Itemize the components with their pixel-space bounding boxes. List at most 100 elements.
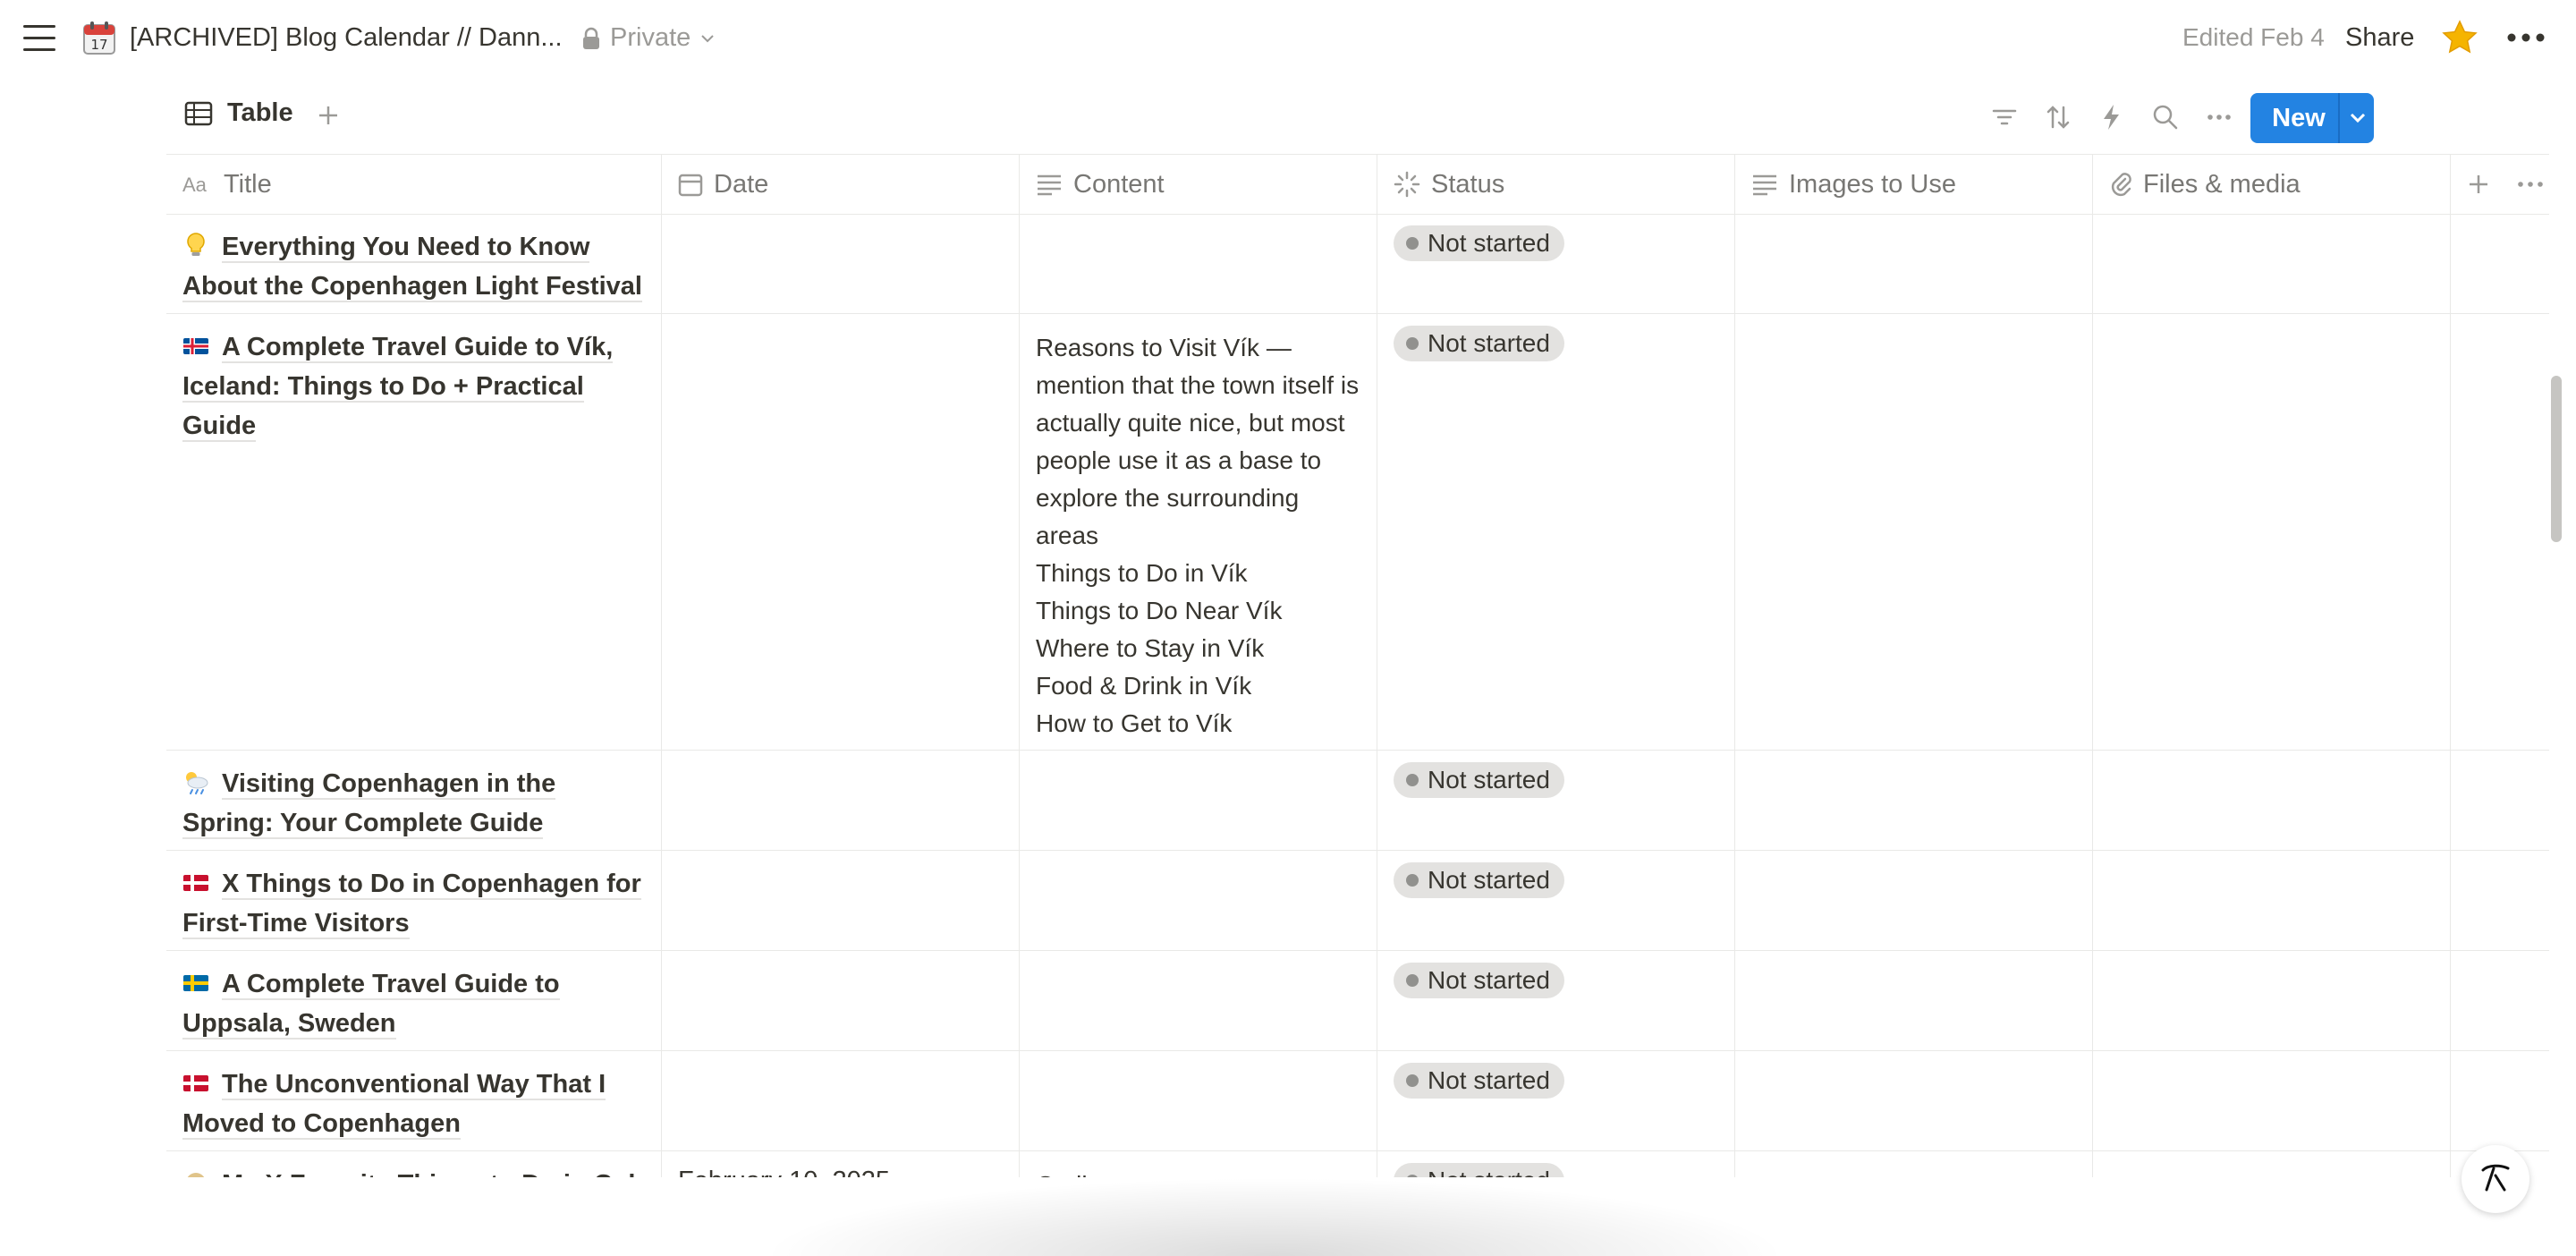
status-dot bbox=[1406, 337, 1419, 350]
page-title[interactable]: [ARCHIVED] Blog Calendar // Dann... bbox=[130, 23, 563, 53]
row-title[interactable]: The Unconventional Way That I Moved to C… bbox=[182, 1070, 606, 1140]
new-button-label: New bbox=[2272, 104, 2326, 132]
filter-icon[interactable] bbox=[1989, 102, 2020, 132]
help-button[interactable] bbox=[2462, 1145, 2529, 1213]
status-cell[interactable]: Not started bbox=[1377, 750, 1735, 850]
chevron-down-icon[interactable] bbox=[2347, 107, 2368, 129]
row-title[interactable]: Everything You Need to Know About the Co… bbox=[182, 233, 642, 302]
files-cell[interactable] bbox=[2093, 213, 2451, 313]
bottom-fade-shadow bbox=[760, 1177, 1789, 1256]
images-cell[interactable] bbox=[1735, 950, 2093, 1050]
column-header-date[interactable]: Date bbox=[662, 155, 1020, 214]
status-dot bbox=[1406, 1074, 1419, 1087]
status-cell[interactable]: Not started bbox=[1377, 313, 1735, 750]
new-button-divider bbox=[2338, 93, 2340, 143]
share-button[interactable]: Share bbox=[2345, 23, 2414, 53]
automation-bolt-icon[interactable] bbox=[2097, 102, 2127, 132]
images-cell[interactable] bbox=[1735, 1150, 2093, 1177]
new-button[interactable]: New bbox=[2250, 93, 2374, 143]
table-row[interactable]: A Complete Travel Guide to Vík, Iceland:… bbox=[166, 313, 2549, 751]
status-cell[interactable]: Not started bbox=[1377, 1150, 1735, 1177]
files-cell[interactable] bbox=[2093, 1150, 2451, 1177]
flag-denmark-icon bbox=[183, 875, 208, 891]
images-cell[interactable] bbox=[1735, 313, 2093, 750]
privacy-button[interactable]: Private bbox=[581, 23, 716, 53]
title-cell[interactable]: Everything You Need to Know About the Co… bbox=[166, 213, 662, 313]
files-cell[interactable] bbox=[2093, 950, 2451, 1050]
svg-text:17: 17 bbox=[90, 37, 107, 53]
date-cell[interactable] bbox=[662, 950, 1020, 1050]
files-cell[interactable] bbox=[2093, 313, 2451, 750]
sort-icon[interactable] bbox=[2043, 102, 2073, 132]
content-cell[interactable]: Reasons to Visit Vík — mention that the … bbox=[1020, 313, 1377, 750]
date-cell[interactable] bbox=[662, 313, 1020, 750]
tab-table[interactable]: Table bbox=[184, 98, 293, 128]
column-header-images[interactable]: Images to Use bbox=[1735, 155, 2093, 214]
table-row[interactable]: Everything You Need to Know About the Co… bbox=[166, 213, 2549, 314]
images-cell[interactable] bbox=[1735, 850, 2093, 950]
date-cell[interactable] bbox=[662, 850, 1020, 950]
calendar-icon[interactable]: 17 bbox=[82, 20, 116, 55]
column-header-status[interactable]: Status bbox=[1377, 155, 1735, 214]
table-row[interactable]: My X Favorite Things to Do in Cph Februa… bbox=[166, 1150, 2549, 1177]
row-title[interactable]: A Complete Travel Guide to Vík, Iceland:… bbox=[182, 333, 614, 442]
status-cell[interactable]: Not started bbox=[1377, 213, 1735, 313]
title-cell[interactable]: My X Favorite Things to Do in Cph bbox=[166, 1150, 662, 1177]
images-cell[interactable] bbox=[1735, 213, 2093, 313]
row-title[interactable]: A Complete Travel Guide to Uppsala, Swed… bbox=[182, 970, 560, 1040]
column-header-title[interactable]: Aa Title bbox=[166, 155, 662, 214]
row-title[interactable]: Visiting Copenhagen in the Spring: Your … bbox=[182, 769, 556, 839]
add-property-icon[interactable] bbox=[2465, 171, 2492, 198]
table-row[interactable]: A Complete Travel Guide to Uppsala, Swed… bbox=[166, 950, 2549, 1051]
edited-timestamp: Edited Feb 4 bbox=[2182, 23, 2325, 51]
table-row[interactable]: Visiting Copenhagen in the Spring: Your … bbox=[166, 750, 2549, 851]
table-icon bbox=[184, 101, 213, 125]
date-cell[interactable]: February 10, 2025 bbox=[662, 1150, 1020, 1177]
content-cell[interactable] bbox=[1020, 750, 1377, 850]
star-icon[interactable] bbox=[2440, 18, 2479, 57]
status-cell[interactable]: Not started bbox=[1377, 1050, 1735, 1150]
column-header-label: Images to Use bbox=[1789, 169, 1956, 199]
table-row[interactable]: X Things to Do in Copenhagen for First-T… bbox=[166, 850, 2549, 951]
status-dot bbox=[1406, 874, 1419, 887]
title-cell[interactable]: The Unconventional Way That I Moved to C… bbox=[166, 1050, 662, 1150]
table-header: Aa Title Date Content Status Images to U… bbox=[166, 154, 2549, 215]
images-cell[interactable] bbox=[1735, 1050, 2093, 1150]
status-spinner-icon bbox=[1394, 171, 1420, 198]
view-more-icon[interactable] bbox=[2204, 102, 2234, 132]
status-dot bbox=[1406, 774, 1419, 786]
date-cell[interactable] bbox=[662, 1050, 1020, 1150]
date-cell[interactable] bbox=[662, 750, 1020, 850]
menu-icon[interactable] bbox=[23, 25, 55, 52]
status-dot bbox=[1406, 237, 1419, 250]
row-title[interactable]: My X Favorite Things to Do in Cph bbox=[222, 1170, 645, 1177]
title-cell[interactable]: A Complete Travel Guide to Uppsala, Swed… bbox=[166, 950, 662, 1050]
content-cell[interactable] bbox=[1020, 850, 1377, 950]
files-cell[interactable] bbox=[2093, 750, 2451, 850]
files-cell[interactable] bbox=[2093, 1050, 2451, 1150]
property-more-icon[interactable] bbox=[2515, 171, 2546, 198]
content-cell[interactable]: Outline bbox=[1020, 1150, 1377, 1177]
files-cell[interactable] bbox=[2093, 850, 2451, 950]
date-cell[interactable] bbox=[662, 213, 1020, 313]
add-view-icon[interactable] bbox=[315, 102, 342, 129]
content-cell[interactable] bbox=[1020, 1050, 1377, 1150]
column-header-content[interactable]: Content bbox=[1020, 155, 1377, 214]
title-cell[interactable]: X Things to Do in Copenhagen for First-T… bbox=[166, 850, 662, 950]
status-cell[interactable]: Not started bbox=[1377, 850, 1735, 950]
title-cell[interactable]: Visiting Copenhagen in the Spring: Your … bbox=[166, 750, 662, 850]
search-icon[interactable] bbox=[2150, 102, 2181, 132]
table-row[interactable]: The Unconventional Way That I Moved to C… bbox=[166, 1050, 2549, 1151]
top-bar: 17 [ARCHIVED] Blog Calendar // Dann... P… bbox=[0, 0, 2576, 79]
content-cell[interactable] bbox=[1020, 213, 1377, 313]
content-cell[interactable] bbox=[1020, 950, 1377, 1050]
title-cell[interactable]: A Complete Travel Guide to Vík, Iceland:… bbox=[166, 313, 662, 750]
column-header-label: Status bbox=[1431, 169, 1505, 199]
images-cell[interactable] bbox=[1735, 750, 2093, 850]
status-cell[interactable]: Not started bbox=[1377, 950, 1735, 1050]
vertical-scrollbar[interactable] bbox=[2551, 376, 2562, 542]
column-header-files[interactable]: Files & media bbox=[2093, 155, 2451, 214]
lightbulb-icon bbox=[187, 233, 205, 256]
row-title[interactable]: X Things to Do in Copenhagen for First-T… bbox=[182, 870, 641, 939]
more-options-icon[interactable] bbox=[2504, 18, 2547, 57]
